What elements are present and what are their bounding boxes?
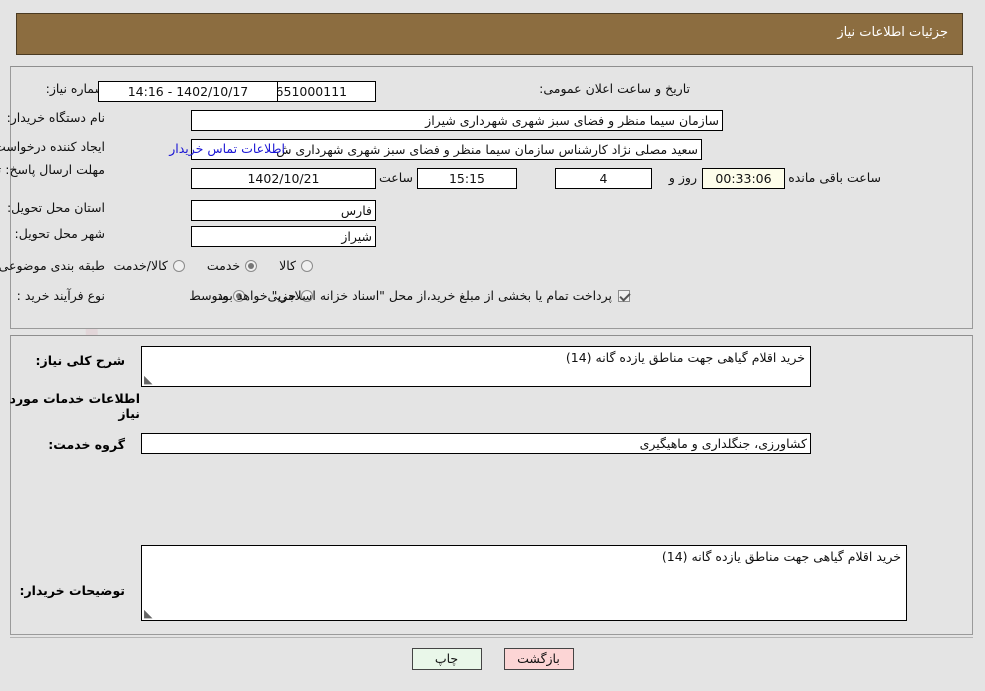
resize-grip-icon[interactable]: ◢ [144,373,154,386]
category-option-service[interactable]: خدمت [206,258,258,273]
buyer-org-field: سازمان سیما منظر و فضای سبز شهری شهرداری… [191,110,723,131]
category-option-goods[interactable]: کالا [279,258,313,273]
footer-button-bar: بازگشت چاپ [0,648,985,670]
category-option-service-label: خدمت [206,258,241,273]
deadline-days-label: روز و [668,170,697,185]
province-label-row: استان محل تحویل: [7,200,105,215]
service-group-label: گروه خدمت: [48,437,125,452]
page-header: جزئیات اطلاعات نیاز [16,13,963,55]
deadline-countdown-field: 00:33:06 [702,168,785,189]
service-section-title: اطلاعات خدمات مورد نیاز [9,391,140,421]
category-option-goods-label: کالا [279,258,296,273]
treasury-checkbox-row[interactable]: پرداخت تمام یا بخشی از مبلغ خرید،از محل … [213,288,630,303]
deadline-remaining-label: ساعت باقی مانده [788,170,881,185]
city-field: شیراز [191,226,376,247]
requester-label-row: ایجاد کننده درخواست: [0,139,105,154]
deadline-days-field: 4 [555,168,652,189]
deadline-time-field: 15:15 [417,168,517,189]
category-option-goods-service[interactable]: کالا/خدمت [113,258,185,273]
need-summary-label: شرح کلی نیاز: [35,353,125,368]
radio-icon[interactable] [172,259,185,272]
category-radio-group: کالا خدمت کالا/خدمت [91,258,313,273]
service-group-field: کشاورزی، جنگلداری و ماهیگیری [141,433,811,454]
category-label: طبقه بندی موضوعی: [0,258,105,273]
need-number-label-row: شماره نیاز: [46,81,105,96]
province-label: استان محل تحویل: [6,200,105,215]
city-label-row: شهر محل تحویل: [15,226,105,241]
category-label-row: طبقه بندی موضوعی: [0,258,105,273]
deadline-label-row: مهلت ارسال پاسخ: تا تاریخ: [0,162,105,177]
buyer-contact-link[interactable]: اطلاعات تماس خریدار [169,141,285,156]
announce-datetime-field: 1402/10/17 - 14:16 [98,81,278,102]
buyer-notes-label: توضیحات خریدار: [19,583,125,598]
buyer-notes-textarea[interactable]: خرید اقلام گیاهی جهت مناطق یازده گانه (1… [141,545,907,621]
process-type-label: نوع فرآیند خرید : [16,288,105,303]
announce-datetime-label: تاریخ و ساعت اعلان عمومی: [539,81,690,96]
checkbox-icon[interactable] [618,289,630,302]
process-type-label-row: نوع فرآیند خرید : [17,288,105,303]
footer-divider [10,637,973,638]
page-title: جزئیات اطلاعات نیاز [837,25,948,40]
buyer-org-label-row: نام دستگاه خریدار: [7,110,105,125]
deadline-label: مهلت ارسال پاسخ: تا تاریخ: [0,162,105,177]
need-number-label: شماره نیاز: [45,81,105,96]
treasury-note-text: پرداخت تمام یا بخشی از مبلغ خرید،از محل … [213,288,612,303]
back-button[interactable]: بازگشت [503,648,574,670]
deadline-hour-label: ساعت [378,170,413,185]
buyer-notes-value: خرید اقلام گیاهی جهت مناطق یازده گانه (1… [661,549,901,564]
radio-icon[interactable] [245,259,258,272]
resize-grip-icon[interactable]: ◢ [144,607,154,620]
need-summary-value: خرید اقلام گیاهی جهت مناطق یازده گانه (1… [565,350,805,365]
deadline-date-field: 1402/10/21 [191,168,376,189]
buyer-org-label: نام دستگاه خریدار: [6,110,105,125]
need-summary-textarea[interactable]: خرید اقلام گیاهی جهت مناطق یازده گانه (1… [141,346,811,387]
category-option-goods-service-label: کالا/خدمت [113,258,168,273]
city-label: شهر محل تحویل: [14,226,105,241]
announce-label-row: تاریخ و ساعت اعلان عمومی: [539,81,690,96]
radio-icon[interactable] [301,259,313,272]
province-field: فارس [191,200,376,221]
requester-label: ایجاد کننده درخواست: [0,139,105,154]
print-button[interactable]: چاپ [411,648,482,670]
